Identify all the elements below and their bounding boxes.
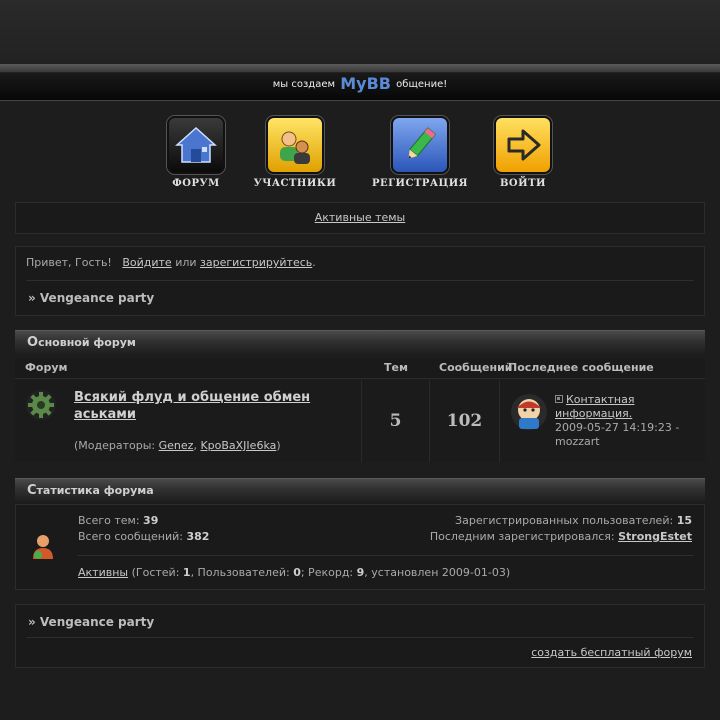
users-label: , Пользователей: bbox=[190, 566, 294, 579]
total-topics-value: 39 bbox=[143, 514, 159, 527]
total-posts-value: 382 bbox=[186, 530, 210, 543]
nav-register-label: РЕГИСТРАЦИЯ bbox=[372, 178, 468, 189]
footer-box: » Vengeance party создать бесплатный фор… bbox=[15, 604, 705, 668]
forum-info-cell: Всякий флуд и общение обмен аськами (Мод… bbox=[15, 380, 361, 462]
active-topics-link[interactable]: Активные темы bbox=[315, 211, 406, 224]
moderators-label: (Модераторы: bbox=[74, 439, 159, 452]
last-post-info: Контактная информация. 2009-05-27 14:19:… bbox=[555, 393, 700, 449]
users-icon[interactable] bbox=[266, 116, 324, 174]
guests-value: 1 bbox=[182, 566, 191, 579]
active-topics-bar: Активные темы bbox=[15, 202, 705, 234]
top-header bbox=[0, 0, 720, 64]
stats-initial: С bbox=[27, 483, 37, 498]
category-title: сновной форум bbox=[38, 336, 136, 349]
record-label: ; Рекорд: bbox=[300, 566, 357, 579]
moderator-link-kpobaxjie6ka[interactable]: KpoBaXJIe6ka bbox=[200, 439, 276, 452]
nav-login[interactable]: ВОЙТИ bbox=[473, 116, 573, 189]
users-value: 0 bbox=[293, 566, 301, 579]
nav-register[interactable]: РЕГИСТРАЦИЯ bbox=[370, 116, 470, 189]
online-stats: Активны (Гостей: 1, Пользователей: 0; Ре… bbox=[78, 566, 510, 579]
total-topics: Всего тем: 39 bbox=[78, 514, 158, 527]
forum-table-header: Форум Тем Сообщений Последнее сообщение bbox=[15, 358, 705, 379]
record-date: , установлен 2009-01-03) bbox=[364, 566, 511, 579]
last-post-arrow-icon bbox=[555, 395, 563, 403]
last-registered: Последним зарегистрировался: StrongEstet bbox=[430, 530, 692, 543]
last-post-link[interactable]: Контактная информация. bbox=[555, 393, 634, 420]
category-main-forum: Основной форум bbox=[15, 330, 705, 354]
home-icon[interactable] bbox=[167, 116, 225, 174]
footer-breadcrumb[interactable]: » Vengeance party bbox=[28, 615, 154, 629]
header-topics: Тем bbox=[384, 361, 408, 374]
banner-brand-logo[interactable]: MyBB bbox=[338, 74, 393, 93]
forum-status-icon bbox=[25, 389, 57, 424]
nav-users[interactable]: УЧАСТНИКИ bbox=[245, 116, 345, 189]
welcome-message: Привет, Гость! Войдите или зарегистрируй… bbox=[26, 256, 316, 269]
banner: мы создаем MyBB общение! bbox=[0, 64, 720, 101]
banner-suffix: общение! bbox=[396, 79, 448, 90]
divider bbox=[26, 280, 694, 281]
banner-text: мы создаем MyBB общение! bbox=[0, 72, 720, 93]
last-registered-user-link[interactable]: StrongEstet bbox=[618, 530, 692, 543]
registered-label: Зарегистрированных пользователей: bbox=[455, 514, 677, 527]
forum-posts-count: 102 bbox=[429, 380, 499, 462]
last-post-date: 2009-05-27 14:19:23 - bbox=[555, 421, 680, 434]
forum-row: Всякий флуд и общение обмен аськами (Мод… bbox=[15, 380, 705, 462]
dot-text: . bbox=[312, 256, 316, 269]
registered-value: 15 bbox=[676, 514, 692, 527]
nav-forum[interactable]: ФОРУМ bbox=[146, 116, 246, 189]
breadcrumb[interactable]: » Vengeance party bbox=[28, 291, 154, 305]
total-topics-label: Всего тем: bbox=[78, 514, 144, 527]
statistics-box: Всего тем: 39 Всего сообщений: 382 Зарег… bbox=[15, 504, 705, 590]
online-user-icon bbox=[30, 533, 56, 564]
welcome-box: Привет, Гость! Войдите или зарегистрируй… bbox=[15, 246, 705, 316]
login-link[interactable]: Войдите bbox=[122, 256, 171, 269]
header-last-post: Последнее сообщение bbox=[508, 361, 654, 374]
forum-moderators: (Модераторы: Genez, KpoBaXJIe6ka) bbox=[74, 439, 281, 452]
banner-prefix: мы создаем bbox=[272, 79, 336, 90]
header-posts: Сообщений bbox=[439, 361, 513, 374]
last-post-cell: Контактная информация. 2009-05-27 14:19:… bbox=[499, 380, 705, 462]
nav-forum-label: ФОРУМ bbox=[172, 178, 220, 189]
category-initial: О bbox=[27, 335, 39, 350]
last-registered-label: Последним зарегистрировался: bbox=[429, 530, 619, 543]
nav-users-label: УЧАСТНИКИ bbox=[253, 178, 337, 189]
moderator-link-genez[interactable]: Genez bbox=[159, 439, 194, 452]
forum-title-link[interactable]: Всякий флуд и общение обмен аськами bbox=[74, 389, 334, 423]
moderators-close: ) bbox=[276, 439, 281, 452]
register-link[interactable]: зарегистрируйтесь bbox=[200, 256, 312, 269]
nav-login-label: ВОЙТИ bbox=[499, 178, 546, 189]
user-avatar[interactable] bbox=[510, 393, 548, 434]
active-users-link[interactable]: Активны bbox=[78, 566, 128, 579]
login-arrow-icon[interactable] bbox=[494, 116, 552, 174]
divider bbox=[78, 555, 694, 556]
or-text: или bbox=[175, 256, 197, 269]
greeting-text: Привет, Гость! bbox=[26, 256, 112, 269]
divider bbox=[26, 637, 694, 638]
forum-topics-count: 5 bbox=[361, 380, 429, 462]
registered-users: Зарегистрированных пользователей: 15 bbox=[455, 514, 692, 527]
header-forum: Форум bbox=[25, 361, 68, 374]
guests-label: (Гостей: bbox=[128, 566, 183, 579]
create-free-forum-link[interactable]: создать бесплатный форум bbox=[531, 646, 692, 659]
total-posts: Всего сообщений: 382 bbox=[78, 530, 209, 543]
last-post-user: mozzart bbox=[555, 435, 600, 448]
total-posts-label: Всего сообщений: bbox=[78, 530, 187, 543]
category-statistics: Статистика форума bbox=[15, 478, 705, 502]
pencil-icon[interactable] bbox=[391, 116, 449, 174]
stats-title: татистика форума bbox=[36, 484, 154, 497]
